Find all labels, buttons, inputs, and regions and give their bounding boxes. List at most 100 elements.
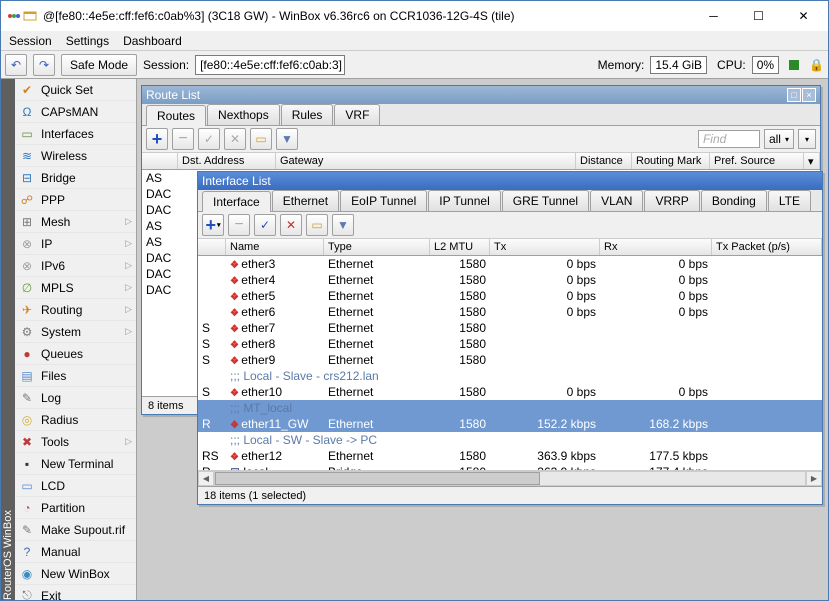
sidebar-item-files[interactable]: ▤Files <box>15 365 136 387</box>
scroll-right-icon[interactable]: ▶ <box>806 471 822 486</box>
tab-eoip-tunnel[interactable]: EoIP Tunnel <box>340 190 427 211</box>
menu-settings[interactable]: Settings <box>66 34 109 48</box>
sidebar-item-tools[interactable]: ✖Tools▷ <box>15 431 136 453</box>
sidebar-item-mesh[interactable]: ⊞Mesh▷ <box>15 211 136 233</box>
interface-list-window[interactable]: Interface List InterfaceEthernetEoIP Tun… <box>197 171 823 505</box>
safe-mode-button[interactable]: Safe Mode <box>61 54 137 76</box>
horizontal-scrollbar[interactable]: ◀ ▶ <box>198 470 822 486</box>
tab-interface[interactable]: Interface <box>202 191 271 212</box>
menu-session[interactable]: Session <box>9 34 52 48</box>
sidebar-item-bridge[interactable]: ⊟Bridge <box>15 167 136 189</box>
sidebar-item-capsman[interactable]: ΩCAPsMAN <box>15 101 136 123</box>
tab-vlan[interactable]: VLAN <box>590 190 643 211</box>
remove-button[interactable]: − <box>172 128 194 150</box>
comment-button[interactable]: ▭ <box>250 128 272 150</box>
sidebar-item-partition[interactable]: ◔Partition <box>15 497 136 519</box>
col-dst[interactable]: Dst. Address <box>178 153 276 169</box>
sidebar-item-ip[interactable]: ⊗IP▷ <box>15 233 136 255</box>
sidebar-item-new-terminal[interactable]: ▪New Terminal <box>15 453 136 475</box>
enable-button[interactable]: ✓ <box>198 128 220 150</box>
sidebar-item-queues[interactable]: ●Queues <box>15 343 136 365</box>
tab-ip-tunnel[interactable]: IP Tunnel <box>428 190 500 211</box>
filter-button[interactable]: ▼ <box>276 128 298 150</box>
disable-button[interactable]: ✕ <box>280 214 302 236</box>
table-row[interactable]: S❖ ether10Ethernet15800 bps0 bps <box>198 384 822 400</box>
route-list-max-icon[interactable]: □ <box>787 88 801 102</box>
column-menu[interactable]: ▾ <box>798 129 816 149</box>
tab-gre-tunnel[interactable]: GRE Tunnel <box>502 190 589 211</box>
scroll-left-icon[interactable]: ◀ <box>198 471 214 486</box>
sidebar-item-ppp[interactable]: ☍PPP <box>15 189 136 211</box>
tab-lte[interactable]: LTE <box>768 190 811 211</box>
session-field[interactable]: [fe80::4e5e:cff:fef6:c0ab:3] <box>195 55 345 75</box>
col-flags[interactable] <box>198 239 226 255</box>
redo-button[interactable]: ↷ <box>33 54 55 76</box>
comment-row[interactable]: ;;; Local - SW - Slave -> PC <box>198 432 822 448</box>
table-row[interactable]: S❖ ether7Ethernet1580 <box>198 320 822 336</box>
col-tx[interactable]: Tx <box>490 239 600 255</box>
enable-button[interactable]: ✓ <box>254 214 276 236</box>
table-row[interactable]: ❖ ether5Ethernet15800 bps0 bps <box>198 288 822 304</box>
table-row[interactable]: R⊟ localBridge1580363.9 kbps177.4 kbps <box>198 464 822 470</box>
menu-dashboard[interactable]: Dashboard <box>123 34 182 48</box>
sidebar-item-exit[interactable]: ⎋Exit <box>15 585 136 600</box>
tab-ethernet[interactable]: Ethernet <box>272 190 339 211</box>
comment-button[interactable]: ▭ <box>306 214 328 236</box>
find-input[interactable]: Find <box>698 130 760 148</box>
sidebar-item-manual[interactable]: ?Manual <box>15 541 136 563</box>
minimize-button[interactable]: ─ <box>691 2 736 31</box>
table-row[interactable]: ❖ ether6Ethernet15800 bps0 bps <box>198 304 822 320</box>
table-row[interactable]: ❖ ether4Ethernet15800 bps0 bps <box>198 272 822 288</box>
col-dist[interactable]: Distance <box>576 153 632 169</box>
interface-list-titlebar[interactable]: Interface List <box>198 172 822 190</box>
col-pref[interactable]: Pref. Source <box>710 153 804 169</box>
sidebar-item-quick-set[interactable]: ✔Quick Set <box>15 79 136 101</box>
sidebar-item-mpls[interactable]: ∅MPLS▷ <box>15 277 136 299</box>
sidebar-item-system[interactable]: ⚙System▷ <box>15 321 136 343</box>
comment-row[interactable]: ;;; Local - Slave - crs212.lan <box>198 368 822 384</box>
col-name[interactable]: Name <box>226 239 324 255</box>
table-row[interactable]: S❖ ether9Ethernet1580 <box>198 352 822 368</box>
route-list-titlebar[interactable]: Route List □ × <box>142 86 820 104</box>
tab-bonding[interactable]: Bonding <box>701 190 767 211</box>
sidebar-item-wireless[interactable]: ≋Wireless <box>15 145 136 167</box>
col-rx[interactable]: Rx <box>600 239 712 255</box>
route-list-close-icon[interactable]: × <box>802 88 816 102</box>
col-txp[interactable]: Tx Packet (p/s) <box>712 239 822 255</box>
col-l2mtu[interactable]: L2 MTU <box>430 239 490 255</box>
col-menu-icon[interactable]: ▾ <box>804 153 820 169</box>
add-button[interactable]: + <box>146 128 168 150</box>
tab-nexthops[interactable]: Nexthops <box>207 104 280 125</box>
sidebar-item-radius[interactable]: ◎Radius <box>15 409 136 431</box>
sidebar-item-interfaces[interactable]: ▭Interfaces <box>15 123 136 145</box>
remove-button[interactable]: − <box>228 214 250 236</box>
disable-button[interactable]: ✕ <box>224 128 246 150</box>
tab-rules[interactable]: Rules <box>281 104 334 125</box>
filter-dropdown[interactable]: all▾ <box>764 129 794 149</box>
tab-routes[interactable]: Routes <box>146 105 206 126</box>
col-type[interactable]: Type <box>324 239 430 255</box>
col-flags[interactable] <box>142 153 178 169</box>
table-row[interactable]: S❖ ether8Ethernet1580 <box>198 336 822 352</box>
maximize-button[interactable]: ☐ <box>736 2 781 31</box>
filter-button[interactable]: ▼ <box>332 214 354 236</box>
sidebar-item-new-winbox[interactable]: ◉New WinBox <box>15 563 136 585</box>
col-gw[interactable]: Gateway <box>276 153 576 169</box>
undo-button[interactable]: ↶ <box>5 54 27 76</box>
tab-vrf[interactable]: VRF <box>334 104 380 125</box>
sidebar-item-log[interactable]: ✎Log <box>15 387 136 409</box>
table-row[interactable]: ❖ ether3Ethernet15800 bps0 bps <box>198 256 822 272</box>
comment-row[interactable]: ;;; MT_local <box>198 400 822 416</box>
sidebar-item-ipv6[interactable]: ⊗IPv6▷ <box>15 255 136 277</box>
close-button[interactable]: ✕ <box>781 2 826 31</box>
ethernet-icon: ❖ <box>230 388 238 399</box>
table-row[interactable]: RS❖ ether12Ethernet1580363.9 kbps177.5 k… <box>198 448 822 464</box>
sidebar-item-routing[interactable]: ✈Routing▷ <box>15 299 136 321</box>
interface-grid-body[interactable]: ❖ ether3Ethernet15800 bps0 bps❖ ether4Et… <box>198 256 822 470</box>
sidebar-item-lcd[interactable]: ▭LCD <box>15 475 136 497</box>
tab-vrrp[interactable]: VRRP <box>644 190 699 211</box>
sidebar-item-make-supout-rif[interactable]: ✎Make Supout.rif <box>15 519 136 541</box>
col-mark[interactable]: Routing Mark <box>632 153 710 169</box>
add-button[interactable]: +▾ <box>202 214 224 236</box>
table-row[interactable]: R❖ ether11_GWEthernet1580152.2 kbps168.2… <box>198 416 822 432</box>
